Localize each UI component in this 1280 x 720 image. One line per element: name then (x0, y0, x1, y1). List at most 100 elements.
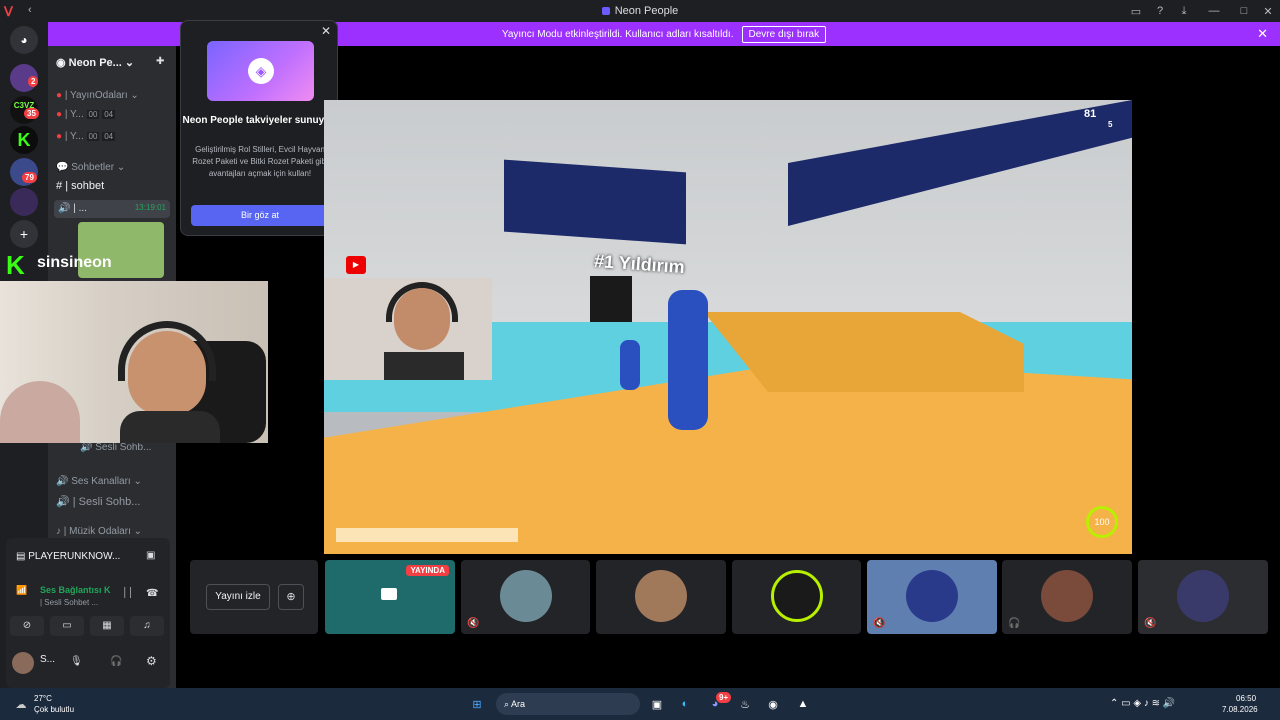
back-arrow-icon[interactable]: ‹ (28, 4, 32, 16)
disconnect-icon[interactable]: ☎ (146, 588, 158, 599)
weather-text: Çok bulutlu (34, 705, 75, 714)
shirt (120, 411, 220, 443)
noise-icon[interactable]: ⏐⏐ (122, 588, 133, 599)
close-icon[interactable]: ✕ (321, 24, 331, 38)
camera-off-button[interactable]: ⊘ (10, 616, 44, 636)
weather-icon[interactable]: ☁ (12, 695, 30, 713)
connection-status[interactable]: Ses Bağlantısı K (40, 585, 111, 595)
start-icon[interactable]: ⊞ (468, 695, 486, 713)
watch-stream-button[interactable]: Yayını izle (206, 584, 270, 610)
screen-share-button[interactable]: ▭ (50, 616, 84, 636)
maximize-icon[interactable]: □ (1232, 5, 1256, 17)
category-muzik[interactable]: ♪ | Müzik Odaları ⌄ (56, 526, 142, 537)
participant-tile[interactable]: 🔇 (461, 560, 590, 634)
obs-icon[interactable]: ◉ (764, 695, 782, 713)
popup-body: Geliştirilmiş Rol Stilleri, Evcil Hayvan… (192, 145, 328, 178)
stream-tile[interactable]: YAYINDA (325, 560, 455, 634)
microphone-icon[interactable]: 🎙 (70, 656, 83, 667)
banner-close-icon[interactable]: ✕ (1257, 26, 1268, 42)
connection-channel: | Sesli Sohbet ... (40, 598, 99, 607)
inbox-icon[interactable]: ▭ (1124, 5, 1148, 18)
category-label: | YayınOdaları (64, 90, 128, 101)
headset-icon (386, 282, 458, 322)
tray-icons[interactable]: ⌃ ▭ ◈ ♪ ≋ 🔊 (1110, 698, 1175, 709)
score-label: 81 (1084, 108, 1097, 120)
voice-channel[interactable]: ● | Y... 00 04 (56, 109, 116, 120)
pillow (0, 381, 80, 443)
soundboard-button[interactable]: ♫ (130, 616, 164, 636)
help-icon[interactable]: ? (1148, 5, 1172, 17)
voice-channel[interactable]: ● | Y... 00 04 (56, 131, 116, 142)
taskbar: ☁ 27°C Çok bulutlu ⊞ ⌕ Ara ▣ ◐ ◕ 9+ ♨ ◉ … (0, 688, 1280, 720)
invite-icon[interactable]: ✚ (156, 56, 164, 67)
timer-label: 100 (1094, 517, 1110, 527)
channel-label: | Y... (64, 131, 84, 142)
stream-webcam (324, 278, 492, 380)
user-avatar[interactable] (12, 652, 34, 674)
banner-text: Yayıncı Modu etkinleştirildi. Kullanıcı … (501, 28, 734, 40)
download-icon[interactable]: ⤓ (1172, 5, 1196, 18)
take-a-look-button[interactable]: Bir göz at (191, 205, 329, 226)
category-sohbet[interactable]: 💬 Sohbetler ⌄ (56, 162, 125, 173)
overlay-name: sinsineon (37, 254, 112, 271)
task-view-icon[interactable]: ▣ (648, 695, 666, 713)
participant-tile[interactable]: 🔇 (1138, 560, 1268, 634)
screen-share-icon (381, 588, 397, 600)
chat-bar (336, 528, 518, 542)
channel-label: | Sesli Sohb... (72, 496, 141, 508)
participant-tile[interactable]: 🎧 (1002, 560, 1132, 634)
timer-ring: 100 (1086, 506, 1118, 538)
shirt (384, 352, 464, 380)
participant-tile[interactable]: 🔇 (867, 560, 997, 634)
participant-tile[interactable] (732, 560, 861, 634)
minimize-icon[interactable]: — (1196, 5, 1232, 17)
voice-panel: ▤ PLAYERUNKNOW... ▣ 📶 Ses Bağlantısı K |… (6, 538, 170, 688)
app-logo-icon: ᐯ (4, 4, 13, 19)
clock-time: 06:50 (1236, 694, 1257, 703)
channel-limit: 04 (102, 110, 116, 119)
category-yayin[interactable]: ● | YayınOdaları ⌄ (56, 90, 139, 101)
category-label: | Müzik Odaları (63, 526, 131, 537)
settings-gear-icon[interactable]: ⚙ (146, 654, 157, 668)
headset-icon (118, 321, 216, 381)
app-icon (601, 7, 610, 15)
voice-channel[interactable]: 🔊 Sesli Sohb... (80, 442, 151, 453)
avatar (771, 570, 823, 622)
brand-logo-icon: K (6, 250, 25, 280)
participant-tile[interactable] (596, 560, 726, 634)
steam-icon[interactable]: ♨ (736, 695, 754, 713)
close-window-icon[interactable]: ✕ (1256, 5, 1280, 18)
channel-label: Sesli Sohb... (95, 442, 152, 453)
add-server-icon[interactable]: + (10, 220, 38, 248)
avatar (1177, 570, 1229, 622)
youtube-icon: ▶ (346, 256, 366, 274)
text-channel-sohbet[interactable]: # | sohbet (56, 180, 104, 192)
discord-home-icon[interactable]: ◕ (10, 26, 38, 54)
headphones-icon[interactable]: 🎧 (110, 656, 122, 667)
disable-streamer-mode-button[interactable]: Devre dışı bırak (741, 25, 827, 43)
activity-icon[interactable]: ▣ (146, 550, 155, 561)
search-box[interactable]: ⌕ Ara (496, 693, 640, 715)
unread-badge: 2 (28, 76, 39, 87)
category-ses[interactable]: 🔊 Ses Kanalları ⌄ (56, 476, 142, 487)
server-icon[interactable] (10, 188, 38, 216)
wall-window (504, 159, 686, 245)
channel-timer: 13:19:01 (134, 203, 166, 212)
popout-icon[interactable]: ⊕ (278, 584, 304, 610)
channel-count: 00 (86, 110, 100, 119)
rank-label: 5 (1108, 120, 1113, 129)
user-name: S... (40, 654, 56, 665)
mute-icon: 🔇 (1144, 618, 1157, 629)
server-name: Neon Pe... (68, 57, 122, 69)
connection-icon: 📶 (16, 585, 28, 595)
activities-button[interactable]: ▦ (90, 616, 124, 636)
popup-title: Neon People takviyeler sunuyor! (182, 115, 338, 126)
active-voice-channel[interactable]: 🔊 | ... 13:19:01 (54, 200, 170, 218)
edge-icon[interactable]: ◐ (676, 695, 694, 713)
server-header[interactable]: ◉ Neon Pe... ⌄ (56, 56, 134, 69)
voice-channel[interactable]: 🔊 | Sesli Sohb... (56, 495, 140, 508)
webcam-feed (0, 281, 268, 443)
stream-view[interactable]: #1 Yıldırım 81 5 100 ▶ (324, 100, 1132, 554)
server-icon[interactable]: K (10, 126, 38, 154)
app-icon[interactable]: ▲ (794, 695, 812, 713)
